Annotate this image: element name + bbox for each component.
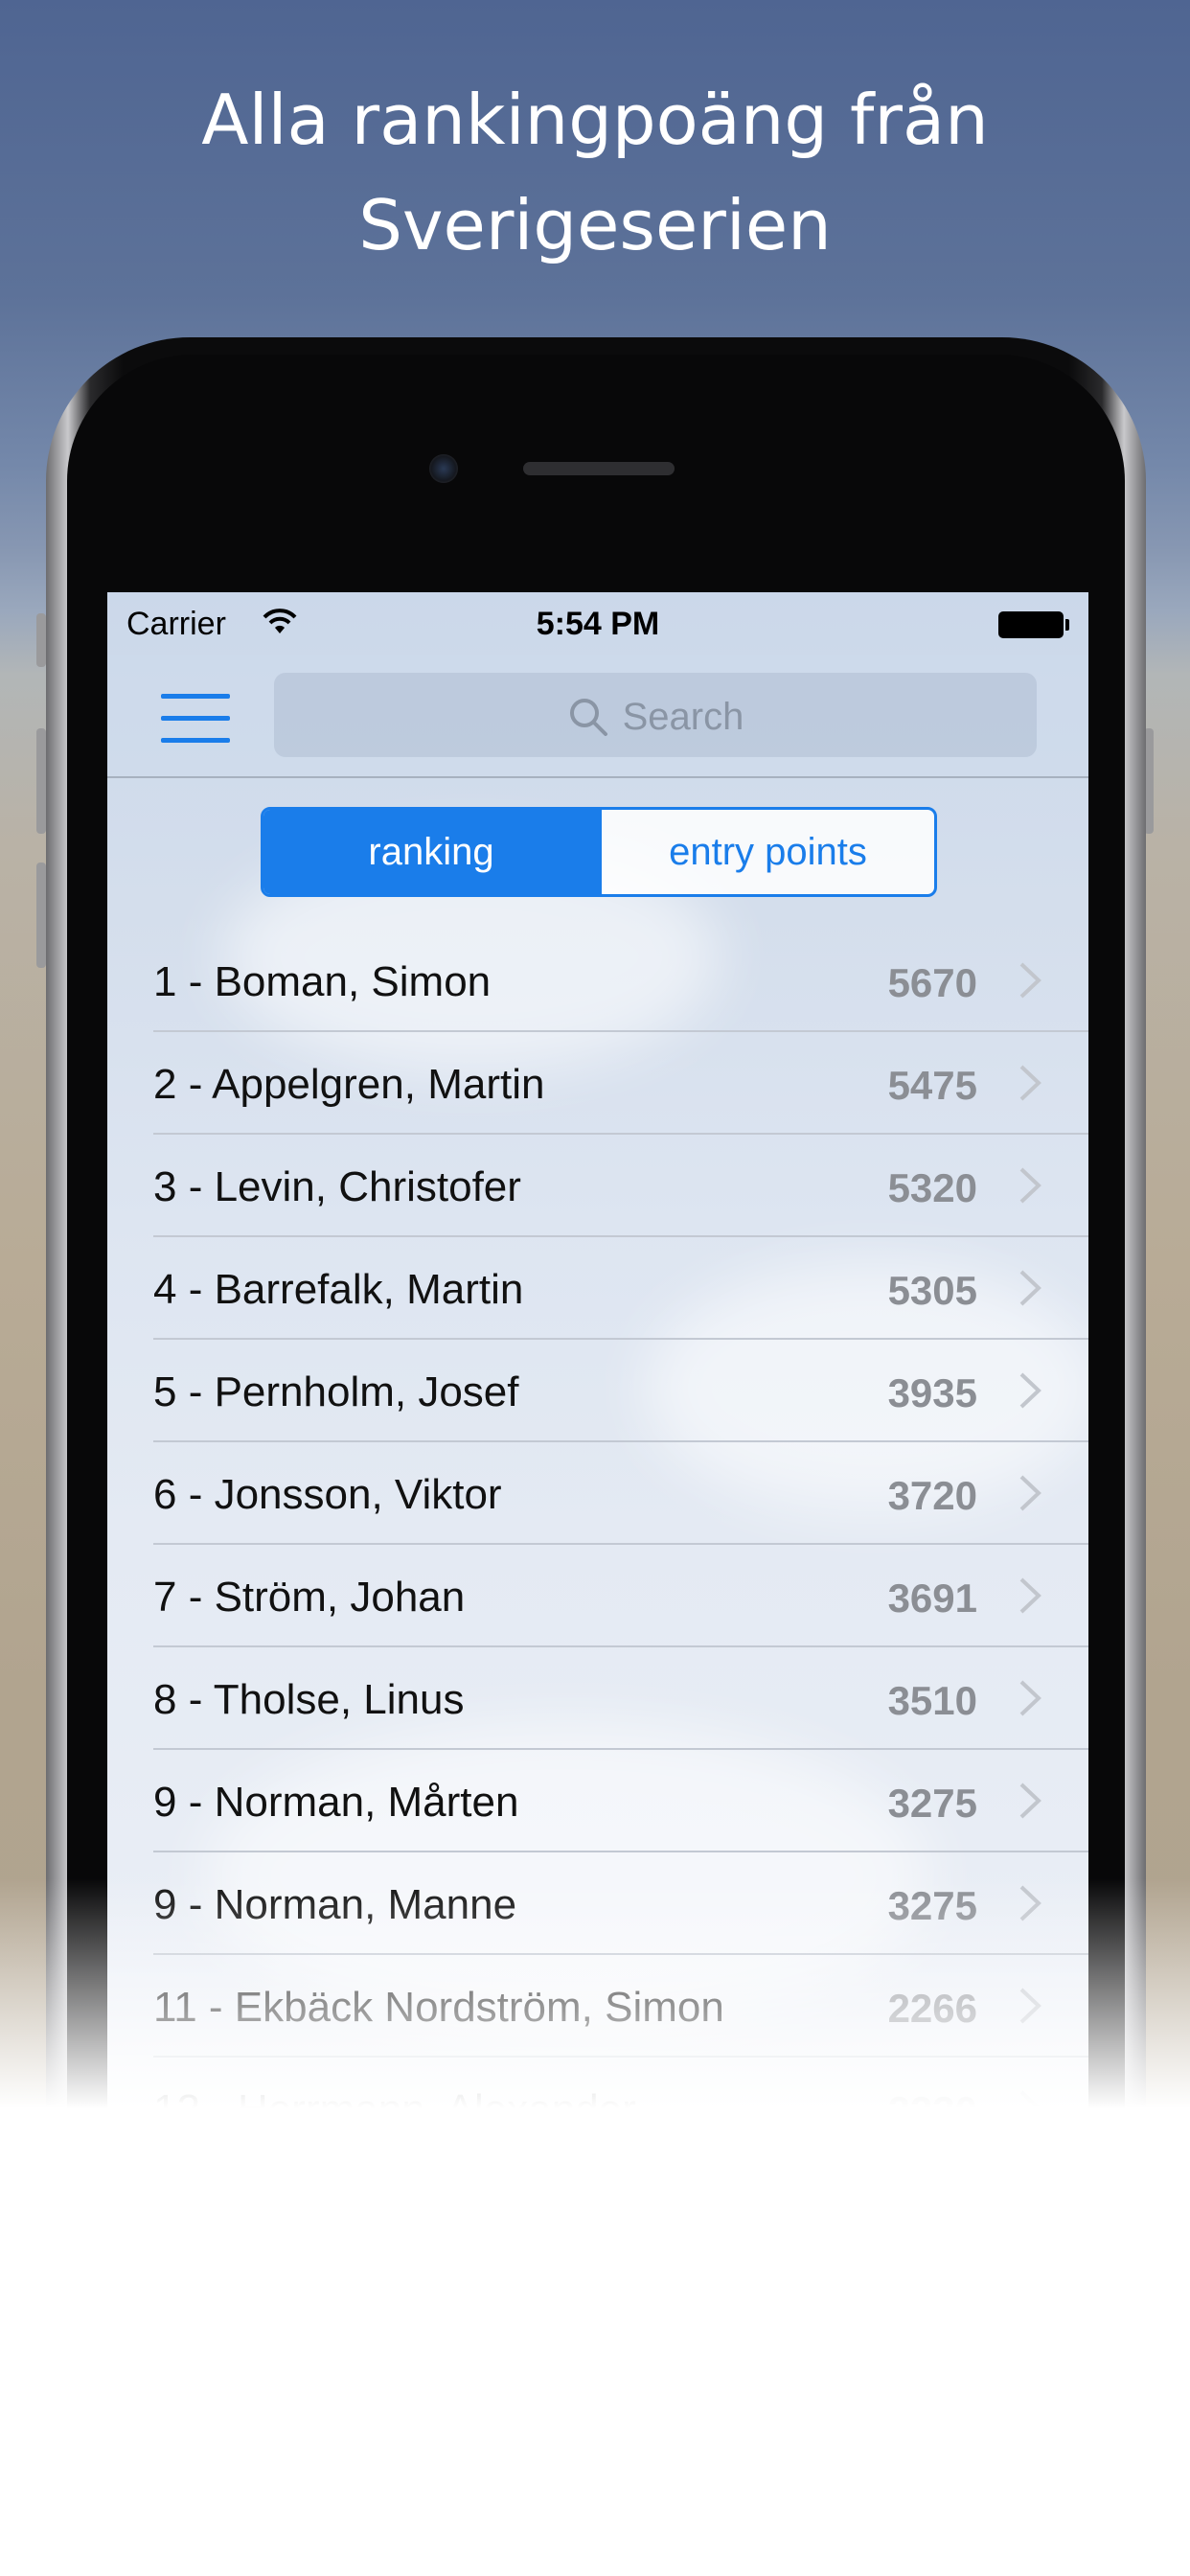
- player-name: 3 - Levin, Christofer: [153, 1163, 521, 1210]
- ranking-points: 5475: [887, 1063, 977, 1108]
- segment-entry-points[interactable]: entry points: [599, 810, 934, 894]
- player-name: 4 - Barrefalk, Martin: [153, 1266, 524, 1313]
- status-time: 5:54 PM: [536, 606, 660, 642]
- table-row[interactable]: 4 - Barrefalk, Martin 5305: [153, 1237, 1088, 1340]
- mute-switch: [36, 613, 46, 667]
- headline: Alla rankingpoäng från Sverigeserien: [0, 67, 1190, 278]
- poster-background: Alla rankingpoäng från Sverigeserien Car…: [0, 0, 1190, 2108]
- table-row[interactable]: 2 - Appelgren, Martin 5475: [153, 1032, 1088, 1135]
- ranking-points: 3510: [887, 1678, 977, 1723]
- ranking-points: 5320: [887, 1165, 977, 1210]
- player-name: 2 - Appelgren, Martin: [153, 1061, 545, 1108]
- ranking-points: 3935: [887, 1370, 977, 1415]
- chevron-right-icon: [1019, 1270, 1041, 1306]
- search-icon: [569, 699, 607, 737]
- volume-up-button: [36, 728, 46, 834]
- chevron-right-icon: [1019, 1782, 1041, 1819]
- headline-line-1: Alla rankingpoäng från: [201, 80, 989, 160]
- ranking-points: 5305: [887, 1268, 977, 1313]
- player-name: 7 - Ström, Johan: [153, 1574, 466, 1621]
- chevron-right-icon: [1019, 1065, 1041, 1101]
- table-row[interactable]: 5 - Pernholm, Josef 3935: [153, 1340, 1088, 1442]
- segment-ranking[interactable]: ranking: [263, 810, 599, 894]
- ranking-points: 5670: [887, 960, 977, 1005]
- front-camera: [429, 454, 458, 483]
- table-row[interactable]: 1 - Boman, Simon 5670: [153, 930, 1088, 1032]
- chevron-right-icon: [1019, 1475, 1041, 1511]
- search-placeholder: Search: [622, 695, 744, 738]
- table-row[interactable]: 7 - Ström, Johan 3691: [153, 1545, 1088, 1647]
- chevron-right-icon: [1019, 1577, 1041, 1614]
- battery-icon: [998, 611, 1069, 638]
- headline-line-2: Sverigeserien: [358, 185, 832, 265]
- player-name: 5 - Pernholm, Josef: [153, 1368, 519, 1415]
- table-row[interactable]: 9 - Norman, Mårten 3275: [153, 1750, 1088, 1852]
- ranking-points: 3275: [887, 1781, 977, 1826]
- table-row[interactable]: 6 - Jonsson, Viktor 3720: [153, 1442, 1088, 1545]
- bottom-fade: [0, 1878, 1190, 2108]
- table-row[interactable]: 8 - Tholse, Linus 3510: [153, 1647, 1088, 1750]
- status-bar: Carrier 5:54 PM: [107, 592, 1088, 656]
- hamburger-icon[interactable]: [161, 694, 230, 744]
- player-name: 1 - Boman, Simon: [153, 958, 492, 1005]
- chevron-right-icon: [1019, 1167, 1041, 1204]
- segmented-control: ranking entry points: [261, 807, 937, 897]
- player-name: 6 - Jonsson, Viktor: [153, 1471, 502, 1518]
- search-field[interactable]: Search: [274, 673, 1037, 757]
- table-row[interactable]: 3 - Levin, Christofer 5320: [153, 1135, 1088, 1237]
- navigation-bar: Search: [107, 656, 1088, 778]
- earpiece-speaker: [523, 462, 675, 475]
- segment-bar: ranking entry points: [107, 778, 1088, 914]
- volume-down-button: [36, 862, 46, 968]
- chevron-right-icon: [1019, 1372, 1041, 1409]
- ranking-points: 3720: [887, 1473, 977, 1518]
- player-name: 8 - Tholse, Linus: [153, 1676, 465, 1723]
- player-name: 9 - Norman, Mårten: [153, 1779, 519, 1826]
- chevron-right-icon: [1019, 962, 1041, 999]
- ranking-points: 3691: [887, 1576, 977, 1621]
- chevron-right-icon: [1019, 1680, 1041, 1716]
